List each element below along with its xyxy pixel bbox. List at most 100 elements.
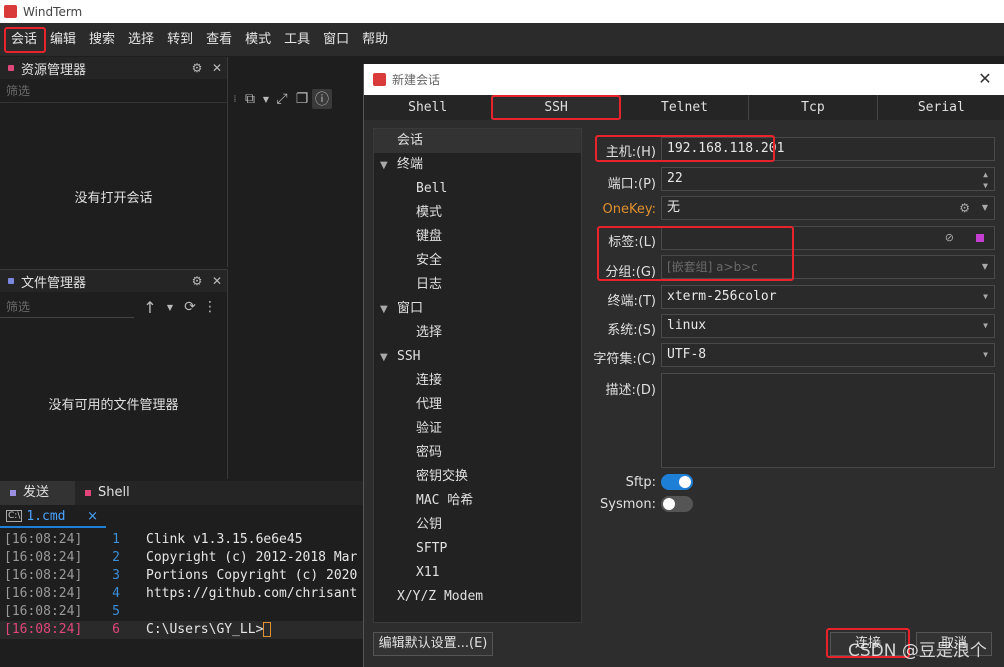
terminal-type-value: xterm-256color	[667, 289, 777, 304]
tab-shell[interactable]: Shell	[75, 481, 130, 505]
tree-item[interactable]: X11	[374, 561, 581, 585]
tree-item[interactable]: 公钥	[374, 513, 581, 537]
tree-item[interactable]: ▼ SSH	[374, 345, 581, 369]
port-input[interactable]: 22 ▲ ▼	[661, 167, 995, 191]
detach-icon[interactable]: ⤢	[272, 91, 292, 107]
more-icon[interactable]: ⋮	[200, 299, 220, 315]
chevron-down-icon[interactable]: ▼	[982, 256, 988, 278]
menu-tools[interactable]: 工具	[278, 28, 317, 52]
close-icon[interactable]: ✕	[973, 67, 997, 91]
tree-item[interactable]: 模式	[374, 201, 581, 225]
tab-telnet[interactable]: Telnet	[620, 95, 750, 120]
menu-goto[interactable]: 转到	[161, 28, 200, 52]
menu-edit[interactable]: 编辑	[44, 28, 83, 52]
menu-mode[interactable]: 模式	[239, 28, 278, 52]
close-icon[interactable]: ✕	[207, 61, 227, 75]
terminal-line: [16:08:24] 6 C:\Users\GY_LL>	[0, 621, 363, 639]
menu-select[interactable]: 选择	[122, 28, 161, 52]
tree-item[interactable]: 验证	[374, 417, 581, 441]
tree-item[interactable]: ▼ 窗口	[374, 297, 581, 321]
sftp-toggle[interactable]	[661, 474, 693, 490]
chevron-down-icon[interactable]: ▼	[380, 298, 397, 322]
gear-icon[interactable]: ⚙	[187, 274, 207, 288]
tree-item-label: 日志	[416, 277, 443, 292]
timestamp: [16:08:24]	[4, 622, 83, 637]
tree-item[interactable]: SFTP	[374, 537, 581, 561]
resource-filter-input[interactable]: 筛选	[0, 79, 227, 103]
gear-icon[interactable]: ⚙	[187, 61, 207, 75]
chevron-down-icon[interactable]: ▼	[983, 286, 988, 308]
tree-item[interactable]: MAC 哈希	[374, 489, 581, 513]
color-swatch-icon[interactable]	[976, 234, 984, 242]
system-select[interactable]: linux ▼	[661, 314, 995, 338]
onekey-value: 无	[667, 200, 681, 215]
group-input[interactable]: [嵌套组] a>b>c ▼	[661, 255, 995, 279]
line-text: C:\Users\GY_LL>	[146, 622, 264, 637]
tab-send-label: 发送	[23, 485, 50, 500]
terminal-lines: [16:08:24] 1 Clink v1.3.15.6e6e45 [16:08:24…	[0, 530, 363, 639]
copy-window-icon[interactable]: ❐	[292, 91, 312, 107]
cmd-tab[interactable]: C:\ 1.cmd ×	[0, 506, 106, 528]
close-icon[interactable]: ✕	[207, 274, 227, 288]
tree-item[interactable]: Bell	[374, 177, 581, 201]
edit-defaults-button[interactable]: 编辑默认设置...(E)	[373, 632, 493, 656]
description-textarea[interactable]	[661, 373, 995, 468]
tree-item[interactable]: 密钥交换	[374, 465, 581, 489]
tree-item[interactable]: 会话	[374, 129, 581, 153]
tree-item[interactable]: 密码	[374, 441, 581, 465]
tree-item[interactable]: 日志	[374, 273, 581, 297]
sysmon-toggle[interactable]	[661, 496, 693, 512]
new-tab-icon[interactable]: ⧉	[240, 91, 260, 107]
app-title: WindTerm	[23, 4, 83, 19]
app-titlebar: WindTerm	[0, 0, 1004, 23]
tree-item-label: 模式	[416, 205, 443, 220]
tab-serial[interactable]: Serial	[877, 95, 1004, 120]
dialog-titlebar: 新建会话 ✕	[364, 64, 1004, 95]
spinner-icon[interactable]: ▲ ▼	[983, 169, 988, 191]
tree-item[interactable]: 连接	[374, 369, 581, 393]
terminal-type-select[interactable]: xterm-256color ▼	[661, 285, 995, 309]
terminal[interactable]: [16:08:24] 1 Clink v1.3.15.6e6e45 [16:08:24…	[0, 530, 363, 667]
file-filter-input[interactable]: 筛选	[0, 296, 134, 318]
tree-item[interactable]: 键盘	[374, 225, 581, 249]
chevron-down-icon[interactable]: ▼	[380, 346, 397, 370]
tree-item[interactable]: 代理	[374, 393, 581, 417]
menu-help[interactable]: 帮助	[356, 28, 395, 52]
tree-item[interactable]: ▼ 终端	[374, 153, 581, 177]
tree-item-label: 会话	[397, 133, 424, 148]
menu-session[interactable]: 会话	[5, 28, 44, 52]
clear-icon[interactable]: ⊘	[945, 227, 954, 249]
chevron-down-icon[interactable]: ▼	[160, 303, 180, 312]
cursor	[263, 622, 272, 637]
charset-select[interactable]: UTF-8 ▼	[661, 343, 995, 367]
menu-window[interactable]: 窗口	[317, 28, 356, 52]
close-icon[interactable]: ×	[87, 509, 98, 524]
menu-search[interactable]: 搜索	[83, 28, 122, 52]
gear-icon[interactable]: ⚙	[959, 197, 970, 219]
tab-send[interactable]: 发送	[0, 481, 75, 505]
session-area	[230, 112, 363, 479]
chevron-down-icon[interactable]: ▼	[380, 154, 397, 178]
onekey-select[interactable]: 无 ⚙ ▼	[661, 196, 995, 220]
tab-shell[interactable]: Shell	[364, 95, 493, 120]
resource-panel: 资源管理器 ⚙ ✕ 筛选 没有打开会话	[0, 57, 228, 267]
panel-marker-icon	[8, 65, 14, 71]
tab-ssh[interactable]: SSH	[492, 95, 621, 120]
tab-tcp[interactable]: Tcp	[749, 95, 878, 120]
chevron-down-icon[interactable]: ▼	[983, 315, 988, 337]
chevron-down-icon[interactable]: ▼	[983, 344, 988, 366]
tree-item[interactable]: 选择	[374, 321, 581, 345]
refresh-icon[interactable]: ⟳	[180, 299, 200, 315]
host-input[interactable]: 192.168.118.201	[661, 137, 995, 161]
tag-input[interactable]: ⊘	[661, 226, 995, 250]
info-icon[interactable]: ⓘ	[312, 89, 332, 109]
tree-item[interactable]: 安全	[374, 249, 581, 273]
terminal-line: [16:08:24] 2 Copyright (c) 2012-2018 Mar	[0, 549, 363, 567]
tree-item[interactable]: X/Y/Z Modem	[374, 585, 581, 609]
up-arrow-icon[interactable]: ↑	[140, 298, 160, 317]
timestamp: [16:08:24]	[4, 550, 83, 565]
chevron-down-icon[interactable]: ▼	[982, 197, 988, 219]
chevron-down-icon[interactable]: ▼	[260, 95, 272, 104]
menu-view[interactable]: 查看	[200, 28, 239, 52]
drag-handle-icon: ⁞	[233, 93, 237, 105]
